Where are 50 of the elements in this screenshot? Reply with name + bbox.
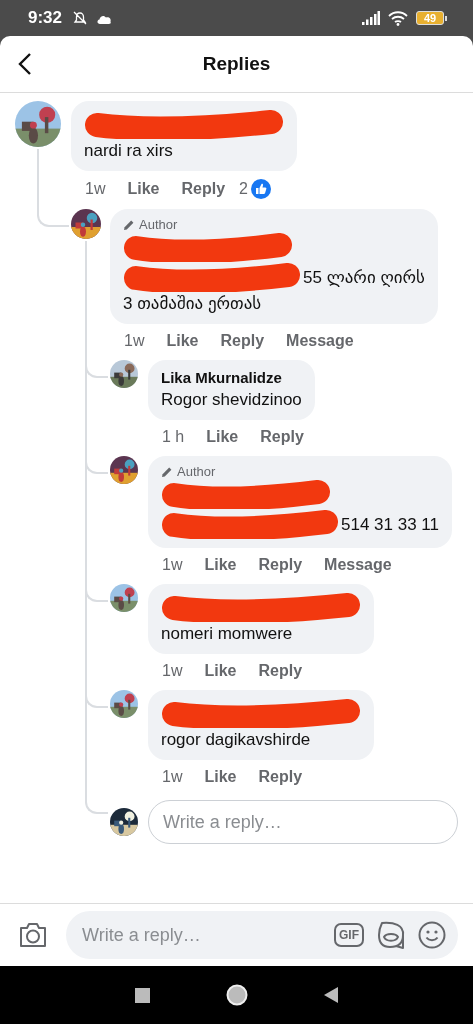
like-icon bbox=[250, 179, 271, 199]
timestamp: 1w bbox=[162, 768, 183, 786]
home-icon[interactable] bbox=[226, 984, 248, 1006]
page-title: Replies bbox=[202, 53, 271, 75]
comment-action-link[interactable]: Like bbox=[204, 556, 237, 574]
comment-action-link[interactable]: Message bbox=[286, 332, 354, 350]
comment-text: rogor dagikavshirde bbox=[161, 729, 311, 751]
comment-action-link[interactable]: Reply bbox=[260, 428, 304, 446]
signal-icon bbox=[362, 11, 380, 25]
timestamp: 1w bbox=[162, 662, 183, 680]
author-label: Author bbox=[139, 217, 178, 232]
smiley-icon[interactable] bbox=[418, 921, 446, 949]
comment-text: nardi ra xirs bbox=[84, 140, 173, 162]
comment-action-link[interactable]: Reply bbox=[258, 768, 303, 786]
reply-input[interactable]: Write a reply… GIF bbox=[66, 911, 458, 959]
comment-action-link[interactable]: Reply bbox=[258, 662, 303, 680]
comment-action-link[interactable]: Message bbox=[324, 556, 392, 574]
back-icon[interactable] bbox=[324, 987, 338, 1003]
timestamp: 1w bbox=[124, 332, 145, 350]
pencil-icon bbox=[161, 465, 173, 478]
comment-action-link[interactable]: Like bbox=[206, 428, 239, 446]
recents-icon[interactable] bbox=[135, 987, 150, 1003]
gif-button[interactable]: GIF bbox=[334, 923, 364, 947]
comment-action-link[interactable]: Like bbox=[127, 180, 160, 198]
comment-action-link[interactable]: Reply bbox=[220, 332, 265, 350]
wifi-icon bbox=[388, 10, 408, 26]
timestamp: 1 h bbox=[162, 428, 185, 446]
comment-text: Rogor shevidzinoo bbox=[161, 389, 302, 411]
sticker-icon[interactable] bbox=[376, 921, 406, 949]
comment-action-link[interactable]: Reply bbox=[181, 180, 226, 198]
reply-field[interactable]: Write a reply… bbox=[148, 800, 458, 844]
timestamp: 1w bbox=[162, 556, 183, 574]
comment-action-link[interactable]: Like bbox=[204, 768, 237, 786]
comment-action-link[interactable]: Like bbox=[204, 662, 237, 680]
timestamp: 1w bbox=[85, 180, 106, 198]
commenter-name[interactable]: Lika Mkurnalidze bbox=[161, 368, 282, 388]
comment-text: 55 ლარი ღირს bbox=[303, 266, 425, 289]
comment-action-link[interactable]: Like bbox=[166, 332, 199, 350]
status-time: 9:32 bbox=[28, 8, 63, 28]
comment-text: 3 თამაშია ერთას bbox=[123, 293, 262, 315]
battery-level: 49 bbox=[416, 11, 444, 25]
comment-text: 514 31 33 11 bbox=[341, 513, 439, 536]
camera-icon[interactable] bbox=[18, 922, 48, 948]
bell-off-icon bbox=[72, 10, 89, 26]
author-label: Author bbox=[177, 464, 216, 479]
reaction-count: 2 bbox=[239, 180, 248, 198]
thread-connector bbox=[85, 796, 108, 814]
comment-action-link[interactable]: Reply bbox=[258, 556, 303, 574]
pencil-icon bbox=[123, 218, 135, 231]
comment-text: nomeri momwere bbox=[161, 623, 293, 645]
